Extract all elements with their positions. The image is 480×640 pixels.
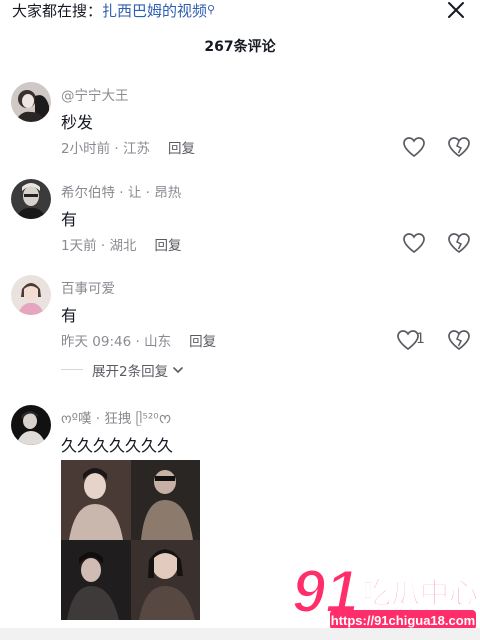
like-count: 1 bbox=[416, 331, 425, 347]
watermark-logo: 91 吃瓜中心 https://91chigua18.com bbox=[291, 557, 479, 632]
comment-image[interactable] bbox=[61, 460, 200, 620]
comment-time-location: 2小时前 · 江苏 bbox=[61, 141, 150, 157]
close-icon[interactable] bbox=[442, 0, 470, 24]
comment-input-bar[interactable] bbox=[0, 628, 480, 640]
comment-text: 有 bbox=[61, 210, 78, 229]
dislike-broken-heart-icon[interactable] bbox=[447, 136, 471, 158]
search-query-link[interactable]: 扎西巴姆的视频 bbox=[102, 2, 207, 20]
comment-count: 267条评论 bbox=[204, 39, 276, 55]
dislike-broken-heart-icon[interactable] bbox=[447, 232, 471, 254]
comment-username[interactable]: 希尔伯特 · 让 · 昂热 bbox=[61, 181, 181, 201]
expand-replies-button[interactable]: 展开2条回复 bbox=[92, 360, 184, 380]
avatar[interactable] bbox=[11, 405, 51, 445]
comment-time-location: 1天前 · 湖北 bbox=[61, 238, 137, 254]
expand-replies-label: 展开2条回复 bbox=[92, 364, 169, 380]
watermark-url: https://91chigua18.com bbox=[331, 613, 475, 628]
like-heart-icon[interactable] bbox=[402, 232, 426, 254]
reply-button[interactable]: 回复 bbox=[154, 238, 181, 254]
comment-username[interactable]: ოº嘆 · 狂拽 ᥫ⁵²⁰ᰔ bbox=[61, 407, 171, 430]
avatar[interactable] bbox=[11, 82, 51, 122]
dislike-broken-heart-icon[interactable] bbox=[447, 329, 471, 351]
like-heart-icon[interactable] bbox=[402, 136, 426, 158]
reply-button[interactable]: 回复 bbox=[168, 141, 195, 157]
comment-username[interactable]: @宁宁大王 bbox=[61, 84, 129, 104]
comment-text: 有 bbox=[61, 306, 78, 325]
search-prefix: 大家都在搜： bbox=[12, 2, 103, 20]
comment-text: 久久久久久久久 bbox=[61, 436, 174, 455]
search-suggestion[interactable]: 大家都在搜：扎西巴姆的视频⚲ bbox=[12, 0, 215, 22]
reply-button[interactable]: 回复 bbox=[189, 334, 216, 350]
chevron-down-icon bbox=[173, 367, 184, 374]
comment-time-location: 昨天 09:46 · 山东 bbox=[61, 334, 172, 350]
comment-username[interactable]: 百事可爱 bbox=[61, 277, 115, 297]
avatar[interactable] bbox=[11, 179, 51, 219]
search-icon: ⚲ bbox=[207, 3, 216, 16]
watermark-brand: 吃瓜中心 bbox=[362, 576, 478, 610]
avatar[interactable] bbox=[11, 275, 51, 315]
expand-divider bbox=[61, 369, 83, 370]
comment-text: 秒发 bbox=[61, 113, 94, 132]
